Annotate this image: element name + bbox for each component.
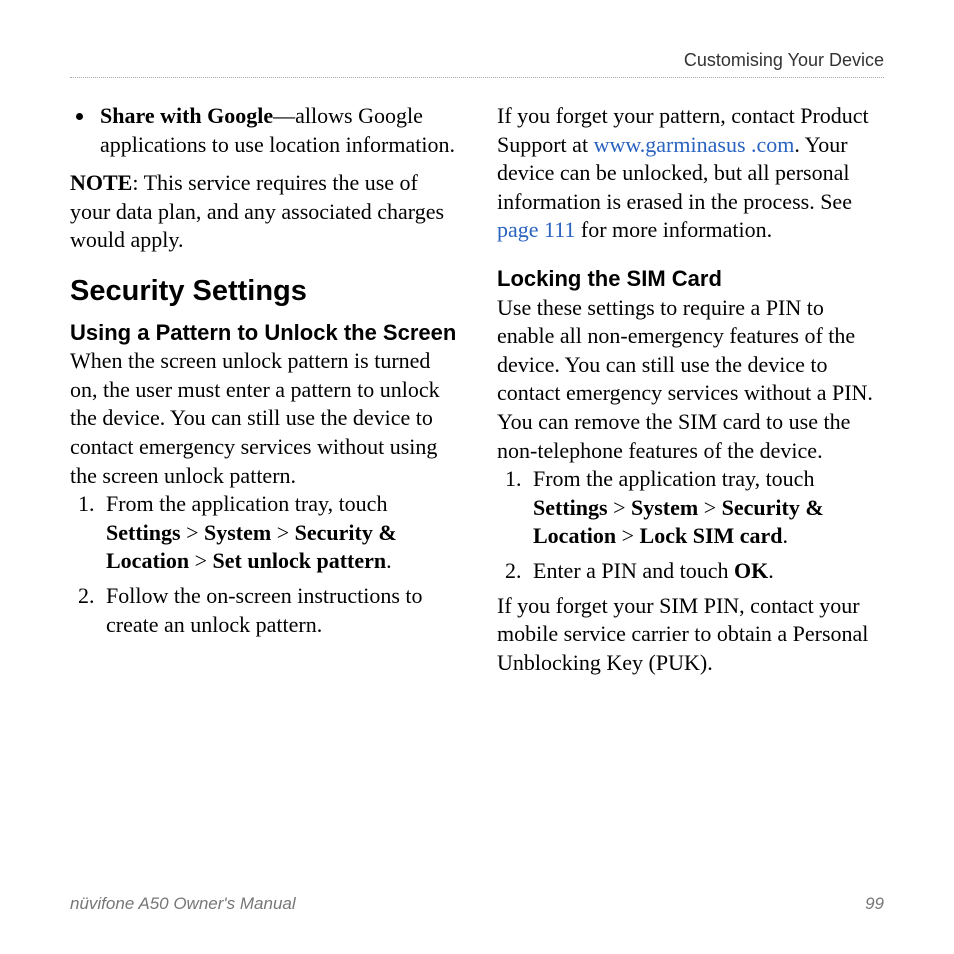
manual-page: Customising Your Device Share with Googl… (0, 0, 954, 954)
support-tail: for more information. (575, 217, 772, 242)
note-label: NOTE (70, 170, 132, 195)
unlock-pattern-intro: When the screen unlock pattern is turned… (70, 347, 457, 490)
nav-lock-sim-card: Lock SIM card (640, 523, 783, 548)
footer-page-number: 99 (865, 894, 884, 914)
support-url-link[interactable]: www.garminasus .com (594, 132, 795, 157)
lock-sim-steps: From the application tray, touch Setting… (497, 465, 884, 585)
gt: > (189, 548, 212, 573)
gt: > (608, 495, 631, 520)
list-item: Enter a PIN and touch OK. (527, 557, 884, 586)
share-with-google-label: Share with Google (100, 103, 273, 128)
page-ref-link[interactable]: page 111 (497, 217, 575, 242)
page-footer: nüvifone A50 Owner's Manual 99 (70, 894, 884, 914)
security-settings-heading: Security Settings (70, 273, 457, 311)
divider (70, 77, 884, 78)
gt: > (271, 520, 294, 545)
list-item: Follow the on-screen instructions to cre… (100, 582, 457, 639)
gt: > (616, 523, 639, 548)
step-lead: From the application tray, touch (106, 491, 387, 516)
step-lead: Enter a PIN and touch (533, 558, 734, 583)
bullet-list: Share with Google—allows Google applicat… (70, 102, 457, 159)
nav-system: System (204, 520, 271, 545)
locking-sim-heading: Locking the SIM Card (497, 265, 884, 294)
list-item: Share with Google—allows Google applicat… (96, 102, 457, 159)
running-header: Customising Your Device (70, 50, 884, 77)
list-item: From the application tray, touch Setting… (100, 490, 457, 576)
locking-sim-intro: Use these settings to require a PIN to e… (497, 294, 884, 466)
right-column: If you forget your pattern, contact Prod… (497, 102, 884, 854)
list-item: From the application tray, touch Setting… (527, 465, 884, 551)
nav-set-unlock-pattern: Set unlock pattern (213, 548, 387, 573)
left-column: Share with Google—allows Google applicat… (70, 102, 457, 854)
nav-system: System (631, 495, 698, 520)
footer-title: nüvifone A50 Owner's Manual (70, 894, 296, 914)
step-lead: From the application tray, touch (533, 466, 814, 491)
forgot-sim-pin-paragraph: If you forget your SIM PIN, contact your… (497, 592, 884, 678)
ok-label: OK (734, 558, 768, 583)
gt: > (698, 495, 721, 520)
nav-settings: Settings (106, 520, 181, 545)
nav-settings: Settings (533, 495, 608, 520)
unlock-pattern-steps: From the application tray, touch Setting… (70, 490, 457, 639)
forgot-pattern-paragraph: If you forget your pattern, contact Prod… (497, 102, 884, 245)
gt: > (181, 520, 204, 545)
note-block: NOTE: This service requires the use of y… (70, 169, 457, 255)
unlock-pattern-heading: Using a Pattern to Unlock the Screen (70, 319, 457, 348)
content-columns: Share with Google—allows Google applicat… (70, 102, 884, 854)
